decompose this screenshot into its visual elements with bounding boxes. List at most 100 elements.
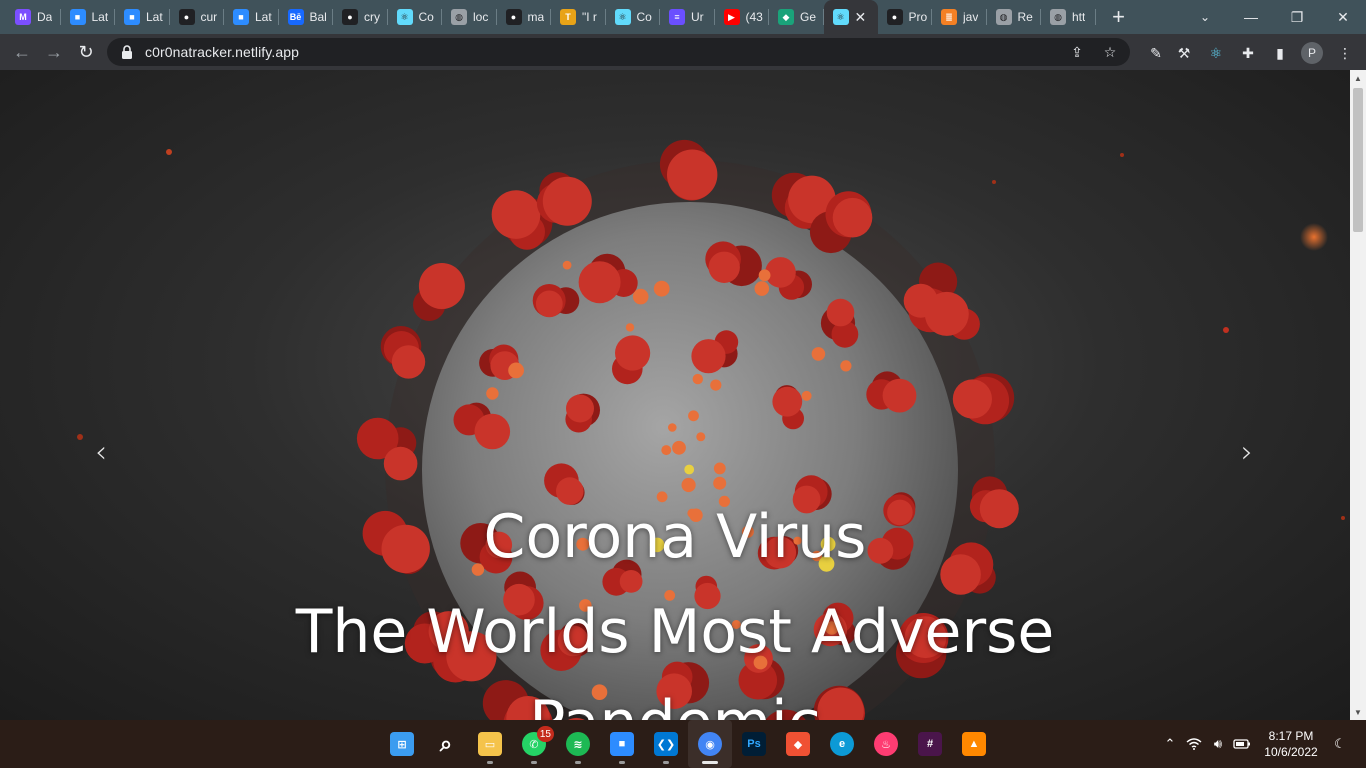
taskbar-app[interactable]: ≋ xyxy=(556,720,600,768)
carousel-next-button[interactable]: › xyxy=(1232,432,1262,472)
taskbar-app[interactable]: ▲ xyxy=(952,720,996,768)
tab-title: Bal xyxy=(309,10,327,24)
spike-protein xyxy=(765,257,796,288)
taskbar-app[interactable]: Ps xyxy=(732,720,776,768)
carousel-prev-button[interactable]: ‹ xyxy=(86,432,116,472)
taskbar-app[interactable]: e xyxy=(820,720,864,768)
tab-title: Lat xyxy=(146,10,163,24)
notification-badge: 15 xyxy=(536,726,554,742)
reload-button[interactable]: ↻ xyxy=(70,36,102,68)
e-protein-dot xyxy=(840,360,852,372)
browser-tab[interactable]: ◍ loc xyxy=(442,0,497,34)
restore-button[interactable]: ❐ xyxy=(1274,0,1320,34)
page-scrollbar[interactable]: ▲ ▼ xyxy=(1350,70,1366,720)
browser-tab[interactable]: ◆ Ge xyxy=(769,0,824,34)
scrollbar-thumb[interactable] xyxy=(1353,88,1363,232)
browser-tab[interactable]: ≡ Ur xyxy=(660,0,715,34)
address-bar[interactable]: c0r0natracker.netlify.app ⇪ ☆ xyxy=(107,38,1130,66)
bookmark-star-icon[interactable]: ☆ xyxy=(1101,43,1119,61)
browser-tab[interactable]: ● Pro xyxy=(878,0,933,34)
browser-tab[interactable]: ≣ jav xyxy=(932,0,987,34)
e-protein-dot xyxy=(653,280,670,297)
scroll-up-arrow-icon[interactable]: ▲ xyxy=(1350,70,1366,86)
close-window-button[interactable]: ✕ xyxy=(1320,0,1366,34)
browser-tab[interactable]: ■ Lat xyxy=(115,0,170,34)
spike-protein xyxy=(952,379,993,419)
taskbar-app[interactable]: ✆ 15 xyxy=(512,720,556,768)
browser-tab[interactable]: ▶ (43 xyxy=(715,0,770,34)
volume-icon[interactable]: 🔊︎ xyxy=(1206,732,1230,756)
browser-tab[interactable]: ⚛ ✕ xyxy=(823,0,878,34)
browser-tab[interactable]: ■ Lat xyxy=(224,0,279,34)
taskbar-app[interactable]: ❮❯ xyxy=(644,720,688,768)
zoom-icon: ■ xyxy=(233,9,249,25)
taskbar-app[interactable]: ◆ xyxy=(776,720,820,768)
e-protein-dot xyxy=(710,379,722,391)
tray-overflow-chevron-icon[interactable]: ⌃ xyxy=(1158,732,1182,756)
running-indicator xyxy=(702,761,718,764)
plus-icon: + xyxy=(1112,4,1125,29)
spike-protein xyxy=(619,570,643,593)
wrench-extension-icon[interactable]: ⚒ xyxy=(1173,42,1195,64)
forward-button[interactable]: → xyxy=(38,36,70,68)
react-devtools-icon[interactable]: ⚛ xyxy=(1205,42,1227,64)
clock-time: 8:17 PM xyxy=(1268,729,1314,743)
tab-close-icon[interactable]: ✕ xyxy=(855,9,867,26)
tab-title: Lat xyxy=(91,10,109,24)
tinder-icon: ♨ xyxy=(874,732,898,756)
browser-tab[interactable]: ◍ htt xyxy=(1041,0,1096,34)
back-button[interactable]: ← xyxy=(6,36,38,68)
tab-search-button[interactable]: ⌄ xyxy=(1190,0,1220,34)
menu-kebab-icon[interactable]: ⋮ xyxy=(1334,42,1356,64)
clock[interactable]: 8:17 PM 10/6/2022 xyxy=(1254,728,1328,760)
new-tab-button[interactable]: + xyxy=(1104,2,1134,32)
browser-tab[interactable]: Bē Bal xyxy=(279,0,334,34)
browser-tab[interactable]: ■ Lat xyxy=(61,0,116,34)
browser-tab[interactable]: ⚛ Co xyxy=(606,0,661,34)
react-icon: ⚛ xyxy=(614,9,631,25)
tab-title: "I r xyxy=(582,10,597,24)
e-protein-dot xyxy=(486,387,499,400)
taskbar-app[interactable]: ⊞ xyxy=(380,720,424,768)
taskbar-apps: ⊞ ⌕ ▭ ✆ 15 ≋ ■ ❮❯ ◉ Ps ◆ e ♨ # ▲ xyxy=(380,720,996,768)
side-panel-icon[interactable]: ▮ xyxy=(1269,42,1291,64)
e-protein-dot xyxy=(681,477,696,493)
taskbar-app[interactable]: # xyxy=(908,720,952,768)
focus-moon-icon[interactable]: ☾ xyxy=(1328,732,1352,756)
browser-tab[interactable]: ● ma xyxy=(497,0,552,34)
share-icon[interactable]: ⇪ xyxy=(1068,43,1086,61)
e-protein-dot xyxy=(811,347,826,361)
edge-icon: e xyxy=(830,732,854,756)
spike-protein xyxy=(418,263,465,309)
wifi-icon[interactable] xyxy=(1182,732,1206,756)
globe-icon: ◍ xyxy=(995,9,1012,25)
extensions-puzzle-icon[interactable]: ✚ xyxy=(1237,42,1259,64)
taskbar-app[interactable]: ◉ xyxy=(688,720,732,768)
minimize-button[interactable]: — xyxy=(1228,0,1274,34)
browser-tab[interactable]: M Da xyxy=(6,0,61,34)
avatar: P xyxy=(1301,42,1323,64)
taskbar-app[interactable]: ⌕ xyxy=(424,720,468,768)
browser-tab[interactable]: ◍ Re xyxy=(987,0,1042,34)
browser-tab[interactable]: T "I r xyxy=(551,0,606,34)
taskbar-app[interactable]: ■ xyxy=(600,720,644,768)
pen-extension-icon[interactable]: ✎ xyxy=(1145,42,1167,64)
e-protein-dot xyxy=(684,464,695,475)
profile-button[interactable]: P xyxy=(1301,42,1323,64)
scroll-down-arrow-icon[interactable]: ▼ xyxy=(1350,704,1366,720)
taskbar-app[interactable]: ▭ xyxy=(468,720,512,768)
hero-subtitle-line1: The Worlds Most Adverse xyxy=(295,597,1055,667)
list-icon: ≡ xyxy=(669,9,685,25)
tab-title: Ur xyxy=(691,10,704,24)
browser-tab[interactable]: ⚛ Co xyxy=(388,0,443,34)
close-icon: ✕ xyxy=(1337,8,1349,25)
browser-tab[interactable]: ● cur xyxy=(170,0,225,34)
zoom-icon: ■ xyxy=(124,9,140,25)
browser-tab[interactable]: ● cry xyxy=(333,0,388,34)
taskbar-app[interactable]: ♨ xyxy=(864,720,908,768)
e-protein-dot xyxy=(668,423,677,432)
e-protein-dot xyxy=(632,288,649,305)
e-protein-dot xyxy=(713,462,726,475)
tab-title: Co xyxy=(636,10,652,24)
battery-icon[interactable] xyxy=(1230,732,1254,756)
